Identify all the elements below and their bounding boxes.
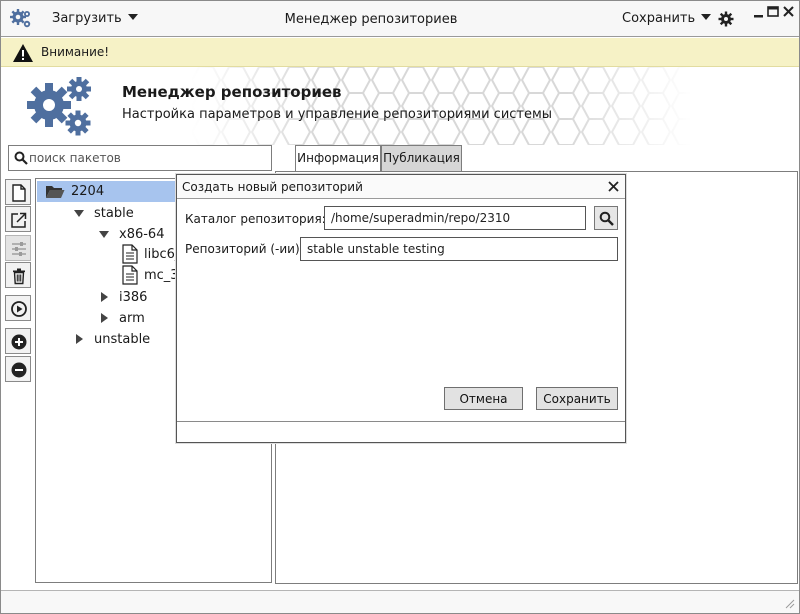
open-external-button[interactable] <box>5 206 31 232</box>
directory-field[interactable] <box>324 206 586 230</box>
file-text-icon <box>122 265 138 285</box>
trash-icon <box>13 268 25 285</box>
search-icon <box>599 211 614 226</box>
run-button[interactable] <box>5 295 31 321</box>
tree-item-label: unstable <box>94 332 151 347</box>
open-external-icon <box>11 212 27 228</box>
expanded-arrow-icon[interactable] <box>74 210 84 217</box>
tree-item-label: mc_3 <box>144 268 179 283</box>
folder-open-icon <box>46 186 65 198</box>
page-header: Менеджер репозиториев Настройка параметр… <box>1 67 799 145</box>
plus-icon <box>11 334 27 350</box>
search-input[interactable] <box>29 148 267 168</box>
app-window: Загрузить Менеджер репозиториев Сохранит… <box>0 0 800 614</box>
tab-information[interactable]: Информация <box>295 145 381 171</box>
gears-logo-icon <box>27 77 91 136</box>
save-button[interactable]: Сохранить <box>536 387 618 410</box>
tree-item-label: arm <box>119 311 145 326</box>
minus-icon <box>11 362 27 378</box>
repositories-field[interactable] <box>300 237 618 261</box>
status-bar <box>1 590 799 613</box>
directory-label: Каталог репозитория: <box>185 212 326 226</box>
tree-item-label: stable <box>94 206 134 221</box>
package-search <box>8 145 272 171</box>
browse-button[interactable] <box>594 206 618 230</box>
header-subtitle: Настройка параметров и управление репози… <box>122 107 553 122</box>
delete-button[interactable] <box>5 262 31 288</box>
tab-publication[interactable]: Публикация <box>381 145 462 171</box>
settings-sliders-button[interactable] <box>5 235 31 261</box>
settings-gear-icon[interactable] <box>718 11 734 27</box>
search-icon <box>14 151 28 165</box>
tree-item-label: x86-64 <box>119 227 165 242</box>
dialog-divider <box>177 421 625 422</box>
new-file-button[interactable] <box>5 179 31 205</box>
play-icon <box>11 301 27 317</box>
chevron-down-icon <box>701 14 712 20</box>
repositories-label: Репозиторий (-ии): <box>185 242 304 256</box>
dialog-title-bar: Создать новый репозиторий <box>177 175 625 199</box>
header-title: Менеджер репозиториев <box>122 83 342 101</box>
warning-icon <box>13 44 33 62</box>
file-text-icon <box>122 244 138 264</box>
save-menu[interactable]: Сохранить <box>622 11 712 26</box>
create-repository-dialog: Создать новый репозиторий Каталог репози… <box>176 174 626 443</box>
close-icon[interactable] <box>607 180 620 193</box>
warning-text: Внимание! <box>41 45 110 59</box>
window-controls <box>754 6 794 18</box>
collapsed-arrow-icon[interactable] <box>101 292 108 302</box>
dialog-title: Создать новый репозиторий <box>182 180 363 194</box>
sliders-icon <box>12 242 26 256</box>
resize-grip-icon[interactable] <box>783 597 795 609</box>
new-file-icon <box>12 184 26 202</box>
close-window-icon[interactable] <box>783 6 794 17</box>
hexagon-pattern <box>191 67 691 145</box>
warning-bar: Внимание! <box>1 38 799 67</box>
collapsed-arrow-icon[interactable] <box>76 334 83 344</box>
remove-button[interactable] <box>5 356 31 382</box>
title-bar: Загрузить Менеджер репозиториев Сохранит… <box>1 1 799 37</box>
expanded-arrow-icon[interactable] <box>99 231 109 238</box>
cancel-button[interactable]: Отмена <box>444 387 523 410</box>
save-menu-label: Сохранить <box>622 11 696 26</box>
tree-item-label: i386 <box>119 290 148 305</box>
add-button[interactable] <box>5 328 31 354</box>
minimize-icon[interactable] <box>754 15 763 18</box>
collapsed-arrow-icon[interactable] <box>101 313 108 323</box>
tree-item-label: 2204 <box>71 184 105 199</box>
